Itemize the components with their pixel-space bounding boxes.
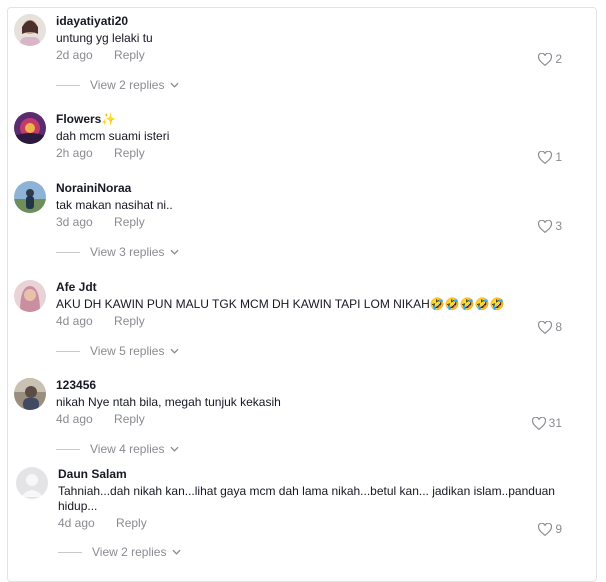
comment-username[interactable]: Afe Jdt <box>56 280 560 295</box>
reply-button[interactable]: Reply <box>114 215 145 229</box>
like-count: 9 <box>555 522 562 536</box>
like-count: 3 <box>555 219 562 233</box>
comment-username[interactable]: NorainiNoraa <box>56 181 560 196</box>
view-replies-button[interactable]: View 3 replies <box>56 245 180 259</box>
comment-body: Flowers✨ dah mcm suami isteri 2h ago Rep… <box>56 112 560 161</box>
comment-meta: 4d ago Reply <box>56 314 560 329</box>
comment-meta: 4d ago Reply <box>58 516 560 531</box>
view-replies-label: View 5 replies <box>90 344 165 358</box>
chevron-down-icon <box>170 348 180 354</box>
comment-time: 2h ago <box>56 146 93 160</box>
avatar[interactable] <box>14 181 46 213</box>
comment-body: idayatiyati20 untung yg lelaki tu 2d ago… <box>56 14 560 63</box>
avatar[interactable] <box>14 378 46 410</box>
view-replies-label: View 3 replies <box>90 245 165 259</box>
reply-button[interactable]: Reply <box>114 412 145 426</box>
comment-username[interactable]: Flowers✨ <box>56 112 560 127</box>
avatar[interactable] <box>16 467 48 499</box>
heart-outline-icon <box>531 416 546 430</box>
comment-time: 4d ago <box>56 314 93 328</box>
comment-username[interactable]: 123456 <box>56 378 560 393</box>
like-count: 1 <box>555 150 562 164</box>
view-replies-label: View 2 replies <box>90 78 165 92</box>
like-count: 31 <box>548 416 562 430</box>
like-count: 8 <box>555 320 562 334</box>
like-count: 2 <box>555 52 562 66</box>
like-button[interactable]: 31 <box>531 416 562 430</box>
divider <box>56 350 80 352</box>
comment-time: 3d ago <box>56 215 93 229</box>
like-button[interactable]: 1 <box>538 150 562 164</box>
heart-outline-icon <box>538 52 553 66</box>
chevron-down-icon <box>172 549 182 555</box>
heart-outline-icon <box>538 522 553 536</box>
view-replies-label: View 4 replies <box>90 442 165 456</box>
comment-text: AKU DH KAWIN PUN MALU TGK MCM DH KAWIN T… <box>56 297 560 312</box>
reply-button[interactable]: Reply <box>114 48 145 62</box>
reply-button[interactable]: Reply <box>116 516 147 530</box>
heart-outline-icon <box>538 320 553 334</box>
view-replies-button[interactable]: View 2 replies <box>56 78 180 92</box>
comment-time: 4d ago <box>58 516 95 530</box>
comment-body: Afe Jdt AKU DH KAWIN PUN MALU TGK MCM DH… <box>56 280 560 329</box>
comments-panel: idayatiyati20 untung yg lelaki tu 2d ago… <box>7 7 597 582</box>
avatar[interactable] <box>14 14 46 46</box>
comment-meta: 4d ago Reply <box>56 412 560 427</box>
divider <box>56 251 80 253</box>
like-button[interactable]: 9 <box>538 522 562 536</box>
divider <box>58 551 82 553</box>
divider <box>56 84 80 86</box>
heart-outline-icon <box>538 150 553 164</box>
view-replies-button[interactable]: View 4 replies <box>56 442 180 456</box>
reply-button[interactable]: Reply <box>114 314 145 328</box>
reply-button[interactable]: Reply <box>114 146 145 160</box>
comment-meta: 3d ago Reply <box>56 215 560 230</box>
comment-username[interactable]: idayatiyati20 <box>56 14 560 29</box>
heart-outline-icon <box>538 219 553 233</box>
comment-body: 123456 nikah Nye ntah bila, megah tunjuk… <box>56 378 560 427</box>
like-button[interactable]: 8 <box>538 320 562 334</box>
comment-body: NorainiNoraa tak makan nasihat ni.. 3d a… <box>56 181 560 230</box>
view-replies-button[interactable]: View 2 replies <box>58 545 182 559</box>
emoji-group: 🤣🤣🤣🤣🤣 <box>429 297 505 311</box>
view-replies-button[interactable]: View 5 replies <box>56 344 180 358</box>
like-button[interactable]: 3 <box>538 219 562 233</box>
comment-text-main: AKU DH KAWIN PUN MALU TGK MCM DH KAWIN T… <box>56 297 430 311</box>
avatar[interactable] <box>14 280 46 312</box>
chevron-down-icon <box>170 446 180 452</box>
comment-meta: 2d ago Reply <box>56 48 560 63</box>
chevron-down-icon <box>170 82 180 88</box>
comment-text: tak makan nasihat ni.. <box>56 198 173 212</box>
comment-text: untung yg lelaki tu <box>56 31 153 45</box>
comment-text: nikah Nye ntah bila, megah tunjuk kekasi… <box>56 395 281 409</box>
comment-username[interactable]: Daun Salam <box>58 467 560 482</box>
comment-time: 2d ago <box>56 48 93 62</box>
comment-text: dah mcm suami isteri <box>56 129 170 143</box>
like-button[interactable]: 2 <box>538 52 562 66</box>
avatar[interactable] <box>14 112 46 144</box>
comment-body: Daun Salam Tahniah...dah nikah kan...lih… <box>58 467 560 531</box>
comment-time: 4d ago <box>56 412 93 426</box>
comment-meta: 2h ago Reply <box>56 146 560 161</box>
divider <box>56 448 80 450</box>
view-replies-label: View 2 replies <box>92 545 167 559</box>
chevron-down-icon <box>170 249 180 255</box>
comment-text: Tahniah...dah nikah kan...lihat gaya mcm… <box>58 484 555 513</box>
